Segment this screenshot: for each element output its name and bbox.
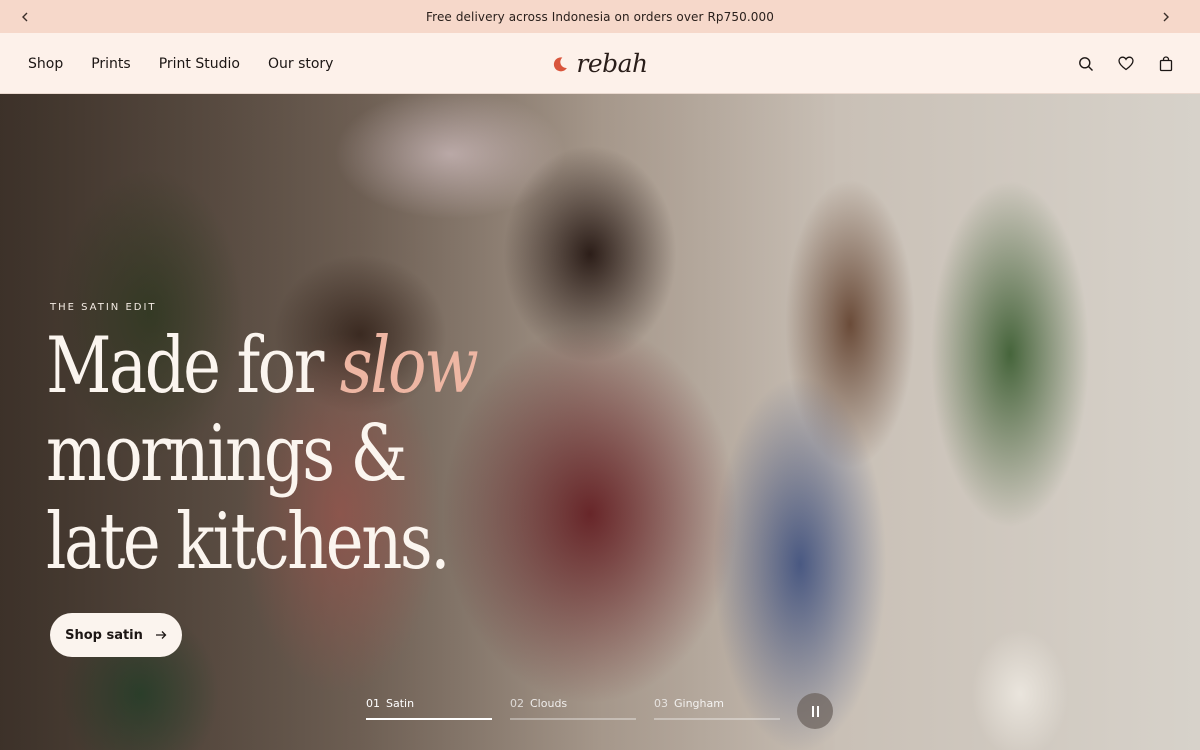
cart-button[interactable] [1156,54,1176,74]
chevron-left-icon [21,12,27,21]
slide-tab-gingham[interactable]: 03 Gingham [654,692,780,720]
headline-line3: late kitchens. [46,497,451,587]
slide-tab-label: Clouds [530,697,568,710]
nav-print-studio[interactable]: Print Studio [159,56,240,72]
logo[interactable]: rebah [552,33,648,94]
headline-accent: slow [339,321,479,411]
hero-banner: THE SATIN EDIT Made for slow mornings & … [0,94,1200,750]
wishlist-button[interactable] [1116,54,1136,74]
shop-satin-button[interactable]: Shop satin [50,613,182,657]
nav-our-story[interactable]: Our story [268,56,334,72]
announcement-prev-button[interactable] [8,0,41,33]
nav-prints[interactable]: Prints [91,56,131,72]
announcement-message: Free delivery across Indonesia on orders… [426,9,774,24]
headline-line1-prefix: Made for [46,321,340,411]
headline-line2: mornings & [46,409,407,499]
hero-eyebrow: THE SATIN EDIT [50,302,157,313]
heart-icon [1118,56,1134,71]
header-actions [1076,33,1176,94]
slide-tab-clouds[interactable]: 02 Clouds [510,692,636,720]
slide-tabs: 01 Satin 02 Clouds 03 Gingham [366,692,780,720]
slide-tab-label: Gingham [674,697,724,710]
slide-progress-fill [366,718,492,720]
bag-icon [1159,55,1173,71]
slide-progress-track [510,718,636,720]
shop-satin-label: Shop satin [65,627,143,643]
nav-shop[interactable]: Shop [28,56,63,72]
slide-tab-number: 01 [366,697,380,710]
site-header: Shop Prints Print Studio Our story rebah [0,33,1200,94]
crescent-moon-icon [553,56,567,71]
hero-headline: Made for slow mornings & late kitchens. [46,321,479,587]
announcement-bar: Free delivery across Indonesia on orders… [0,0,1200,33]
search-button[interactable] [1076,54,1096,74]
logo-text: rebah [576,49,648,78]
main-nav: Shop Prints Print Studio Our story [28,33,333,94]
slide-tab-number: 03 [654,697,668,710]
pause-button[interactable] [797,693,833,729]
pause-icon [810,702,820,721]
arrow-right-icon [155,631,167,639]
slide-tab-label: Satin [386,697,415,710]
announcement-next-button[interactable] [1149,0,1182,33]
chevron-right-icon [1163,12,1169,21]
slide-tab-satin[interactable]: 01 Satin [366,692,492,720]
slide-progress-track [654,718,780,720]
slide-tab-number: 02 [510,697,524,710]
search-icon [1079,56,1093,71]
